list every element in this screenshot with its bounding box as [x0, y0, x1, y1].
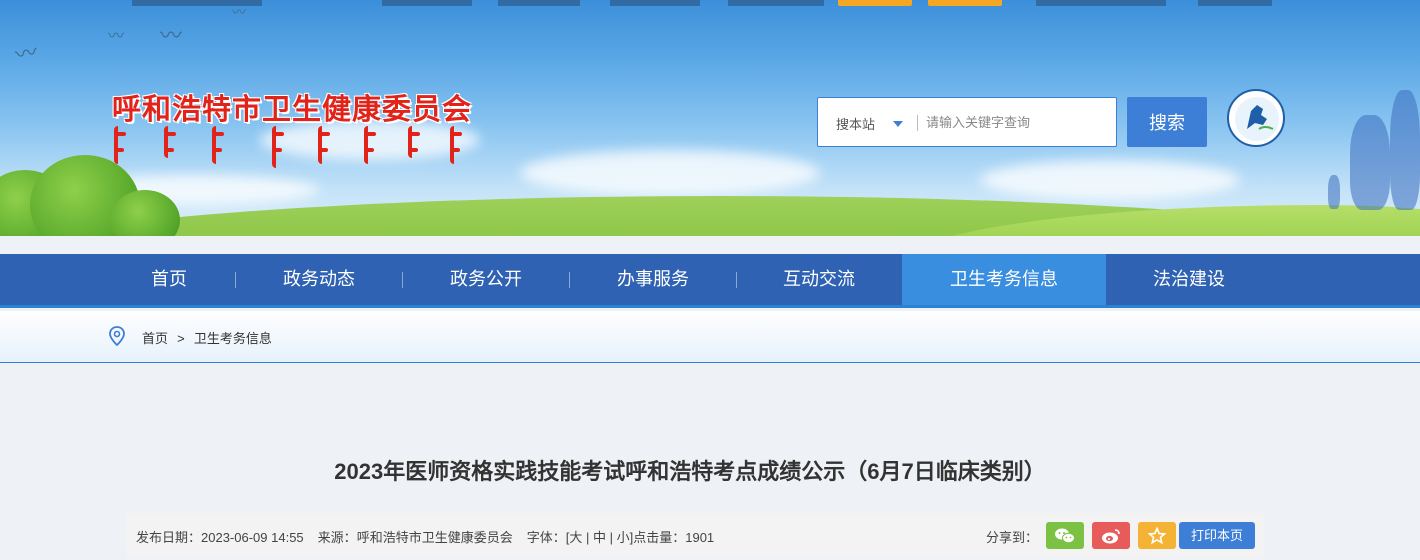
bird-icon: 〰: [160, 24, 183, 49]
breadcrumb: 首页 > 卫生考务信息: [142, 328, 272, 347]
search-scope-select[interactable]: 搜本站: [836, 114, 875, 133]
breadcrumb-bar: 首页 > 卫生考务信息: [0, 311, 1420, 363]
font-large-link[interactable]: 大: [569, 530, 582, 545]
star-icon: [1148, 526, 1166, 545]
breadcrumb-current[interactable]: 卫生考务信息: [194, 331, 272, 346]
nav-item-services[interactable]: 办事服务: [570, 254, 736, 305]
weibo-icon: [1102, 528, 1120, 543]
location-pin-icon: [108, 326, 126, 350]
share-label: 分享到：: [986, 530, 1039, 545]
horse-emblem-icon[interactable]: [1227, 89, 1285, 147]
nav-item-public-info[interactable]: 政务公开: [403, 254, 569, 305]
top-orange-button[interactable]: [838, 0, 912, 6]
font-medium-link[interactable]: 中: [593, 530, 606, 545]
favorite-button[interactable]: [1138, 522, 1176, 549]
font-small-link[interactable]: 小: [617, 530, 630, 545]
views-label: 点击量：: [633, 530, 686, 545]
article-meta-bar: 发布日期：2023-06-09 14:55 来源：呼和浩特市卫生健康委员会 字体：[…: [126, 513, 1264, 557]
breadcrumb-home-link[interactable]: 首页: [142, 331, 168, 346]
search-box: 搜本站: [817, 97, 1117, 147]
main-nav: 首页 政务动态 政务公开 办事服务 互动交流 卫生考务信息 法治建设: [0, 254, 1420, 308]
bird-icon: 〰: [108, 26, 125, 45]
nav-item-rule-of-law[interactable]: 法治建设: [1106, 254, 1272, 305]
search-input[interactable]: [926, 108, 1106, 136]
view-count: 1901: [685, 530, 715, 545]
breadcrumb-separator: >: [177, 331, 185, 346]
article-title: 2023年医师资格实践技能考试呼和浩特考点成绩公示（6月7日临床类别）: [334, 459, 1046, 484]
bird-icon: 〰: [13, 40, 40, 69]
date-label: 发布日期：: [136, 530, 202, 545]
top-orange-button[interactable]: [928, 0, 1002, 6]
source-value: 呼和浩特市卫生健康委员会: [356, 530, 513, 545]
print-button[interactable]: 打印本页: [1179, 522, 1255, 549]
runner-figure: [1390, 90, 1420, 210]
nav-item-interaction[interactable]: 互动交流: [737, 254, 901, 305]
divider: [917, 115, 918, 131]
chevron-down-icon[interactable]: [893, 121, 903, 127]
top-utility-bar: [0, 0, 1420, 8]
wechat-icon: [1055, 528, 1075, 543]
publish-date: 2023-06-09 14:55: [201, 530, 304, 545]
font-size-label: 字体：[: [526, 530, 570, 545]
mongolian-script-logo: [112, 126, 462, 168]
site-title: 呼和浩特市卫生健康委员会: [112, 94, 473, 126]
runner-figure: [1328, 175, 1340, 209]
nav-item-exam-info[interactable]: 卫生考务信息: [902, 254, 1106, 305]
share-weibo-button[interactable]: [1092, 522, 1130, 549]
article-meta: 发布日期：2023-06-09 14:55 来源：呼和浩特市卫生健康委员会 字体：[…: [136, 530, 715, 545]
source-label: 来源：: [317, 530, 357, 545]
share-wechat-button[interactable]: [1046, 522, 1084, 549]
nav-item-news[interactable]: 政务动态: [236, 254, 402, 305]
search-button[interactable]: 搜索: [1127, 97, 1207, 147]
runner-figure: [1350, 115, 1390, 210]
header-banner: 〰 〰 〰 〰 呼和浩特市卫生健康委员会 搜本站 搜索: [0, 0, 1420, 236]
nav-item-home[interactable]: 首页: [102, 254, 236, 305]
